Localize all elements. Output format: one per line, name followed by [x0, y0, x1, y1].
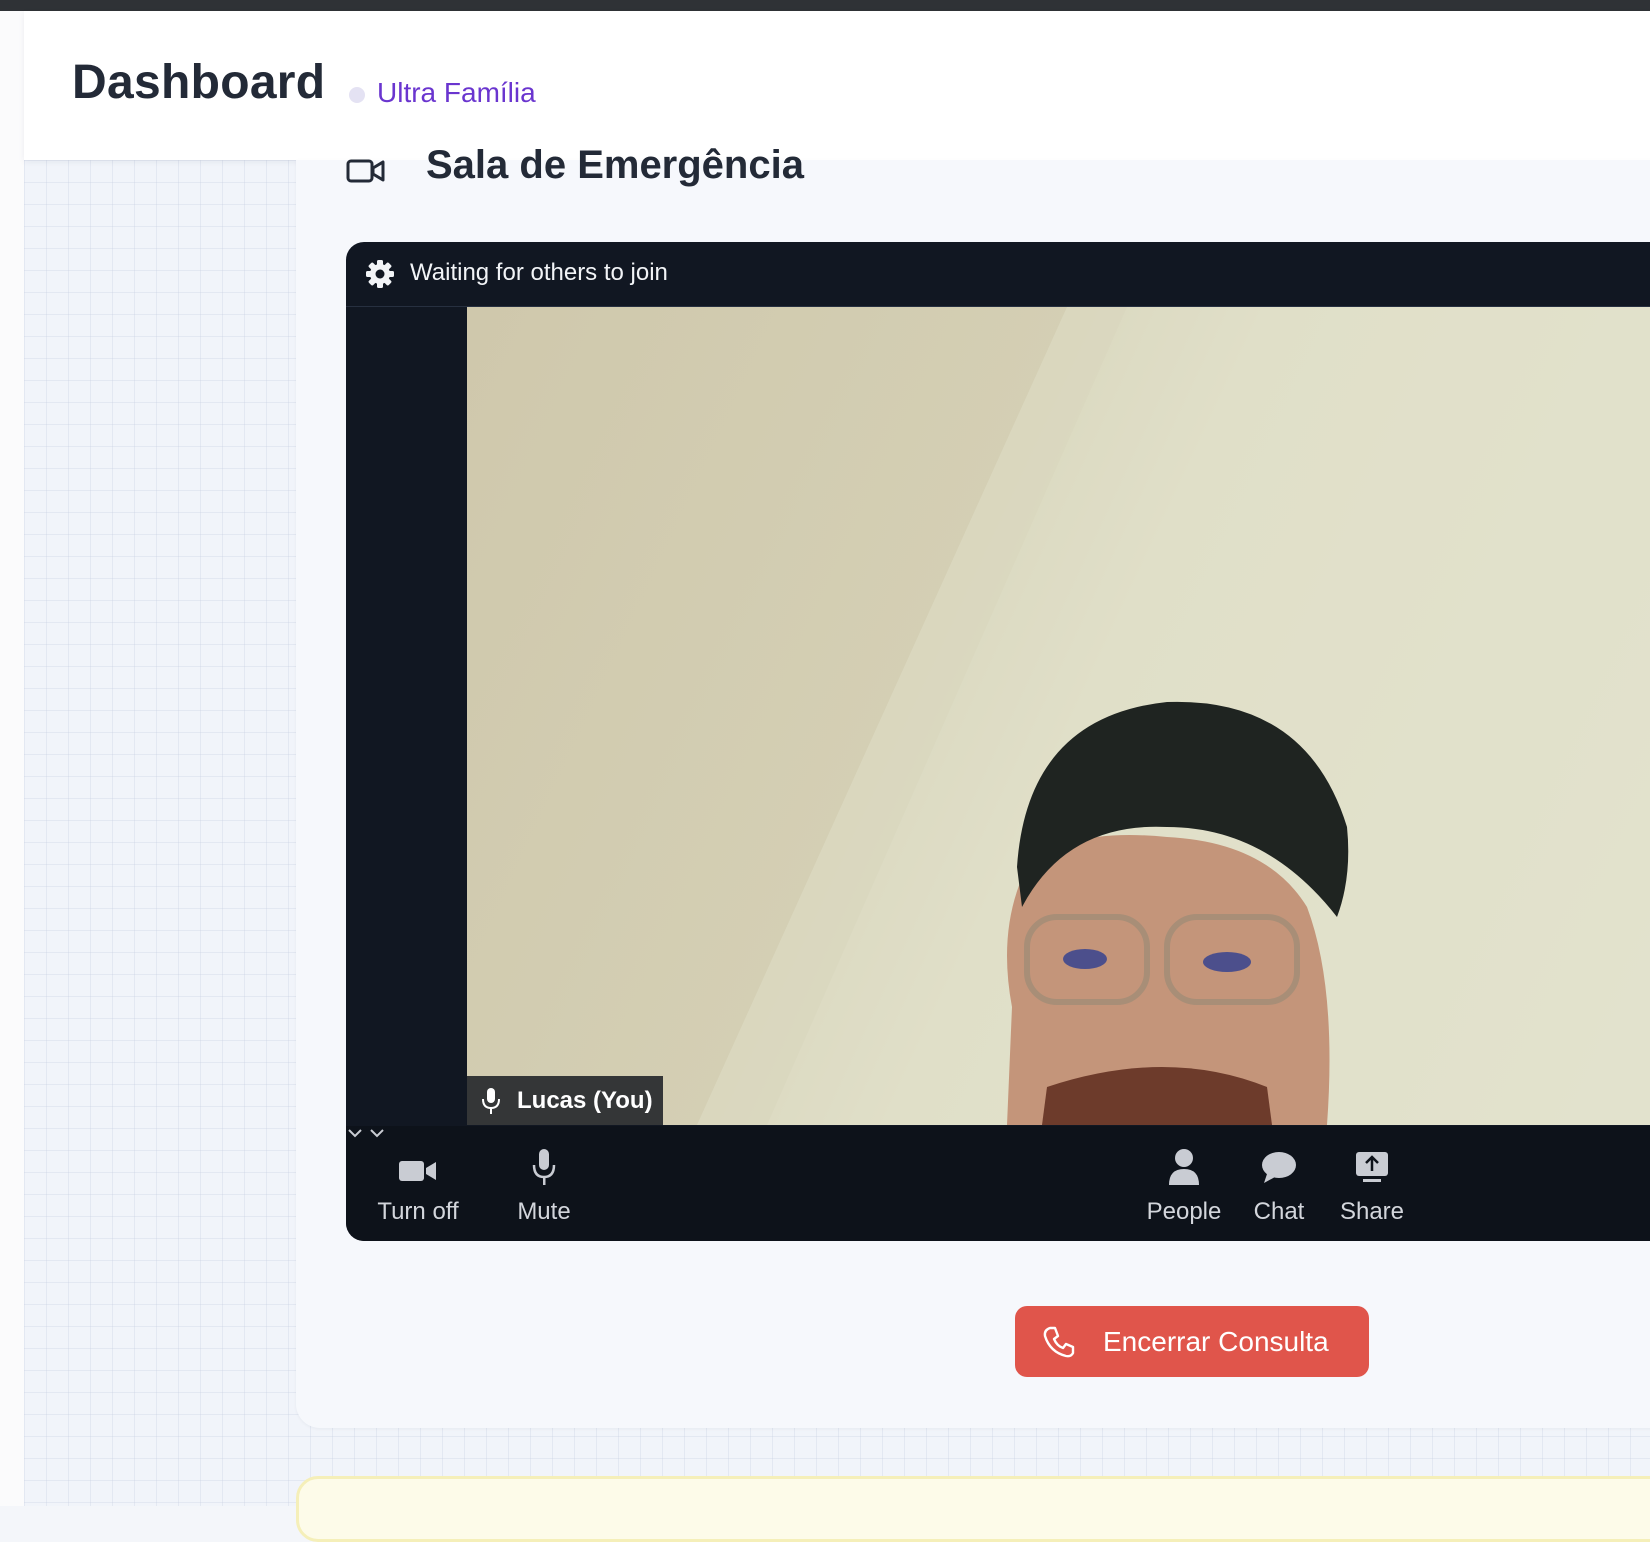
phone-icon — [1043, 1326, 1075, 1357]
people-button[interactable]: People — [1134, 1126, 1234, 1241]
notice-panel — [296, 1476, 1650, 1542]
gear-icon[interactable] — [364, 258, 396, 290]
mute-label: Mute — [517, 1198, 571, 1225]
page-title: Dashboard — [72, 56, 326, 109]
chat-button[interactable]: Chat — [1237, 1126, 1321, 1241]
end-consultation-label: Encerrar Consulta — [1103, 1325, 1329, 1357]
mute-button[interactable]: Mute — [494, 1126, 594, 1241]
participant-video-feed — [467, 307, 1650, 1125]
participant-name-tag: Lucas (You) — [467, 1076, 663, 1125]
camera-frame-image — [697, 307, 1650, 1125]
chat-label: Chat — [1253, 1198, 1305, 1225]
organization-dot — [349, 87, 365, 103]
person-icon — [1169, 1149, 1199, 1185]
chat-bubble-icon — [1262, 1152, 1296, 1183]
browser-top-edge — [0, 0, 1650, 11]
microphone-icon — [532, 1149, 556, 1185]
call-status-bar: Waiting for others to join — [346, 242, 1650, 307]
camera-toggle-label: Turn off — [377, 1198, 459, 1225]
call-status-text: Waiting for others to join — [410, 259, 668, 286]
sidebar-edge — [0, 11, 24, 1506]
room-title: Sala de Emergência — [426, 143, 804, 187]
microphone-icon — [482, 1087, 500, 1114]
call-controls-bar: Turn off Mute People Chat Share — [346, 1126, 1650, 1241]
video-camera-icon — [399, 1161, 436, 1181]
camera-toggle-button[interactable]: Turn off — [368, 1126, 468, 1241]
participant-name: Lucas (You) — [517, 1086, 653, 1114]
organization-name: Ultra Família — [377, 77, 536, 108]
video-camera-icon — [346, 159, 385, 183]
video-call-window: Waiting for others to join Lucas (You) T… — [346, 242, 1650, 1241]
people-label: People — [1146, 1198, 1222, 1225]
dashboard-header: Dashboard Ultra Família — [24, 11, 1650, 160]
end-consultation-button[interactable]: Encerrar Consulta — [1015, 1306, 1369, 1377]
share-screen-icon — [1356, 1152, 1388, 1182]
chevron-down-icon[interactable] — [346, 1127, 364, 1139]
share-label: Share — [1339, 1198, 1405, 1225]
share-button[interactable]: Share — [1329, 1126, 1415, 1241]
